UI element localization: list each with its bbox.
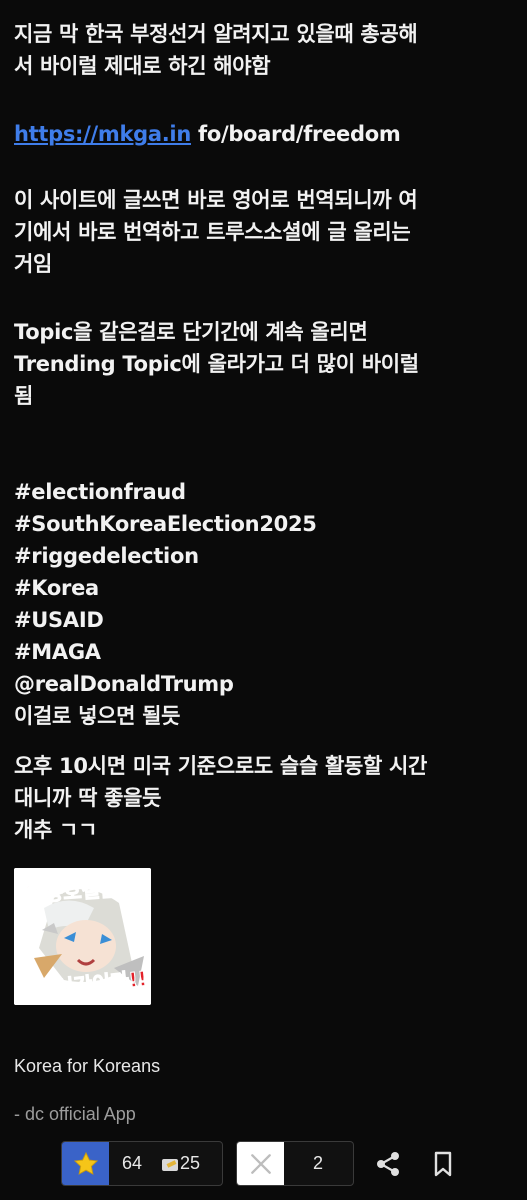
- mention: @realDonaldTrump: [14, 672, 234, 696]
- post-link[interactable]: https://mkga.in: [14, 122, 191, 146]
- post-paragraph-1: 지금 막 한국 부정선거 알려지고 있을때 총공해 서 바이럴 제대로 하긴 해…: [14, 18, 418, 82]
- star-icon: [73, 1151, 98, 1175]
- hashtag: #USAID: [14, 608, 104, 632]
- text-line: 지금 막 한국 부정선거 알려지고 있을때 총공해: [14, 22, 418, 46]
- nonrecommend-count: 2: [313, 1153, 324, 1173]
- text-line: 이걸로 넣으면 될듯: [14, 704, 181, 728]
- post-paragraph-4: Topic을 같은걸로 단기간에 계속 올리면 Trending Topic에 …: [14, 316, 419, 412]
- recommend-button[interactable]: [62, 1142, 109, 1185]
- app-label: - dc official App: [14, 1104, 136, 1124]
- text-line: 됨: [14, 384, 34, 408]
- share-button[interactable]: [373, 1150, 403, 1178]
- signature: Korea for Koreans: [14, 1056, 161, 1076]
- post-action-bar: 64 25 2: [0, 1141, 527, 1186]
- text-line: 오후 10시면 미국 기준으로도 슬슬 활동할 시간: [14, 754, 428, 778]
- post-paragraph-3: 이 사이트에 글쓰면 바로 영어로 번역되니까 여 기에서 바로 번역하고 트루…: [14, 184, 418, 280]
- text-line: Topic을 같은걸로 단기간에 계속 올리면: [14, 320, 368, 344]
- x-icon: [250, 1153, 271, 1174]
- text-line: 이 사이트에 글쓰면 바로 영어로 번역되니까 여: [14, 188, 418, 212]
- hashtag: #Korea: [14, 576, 99, 600]
- text-line: 개추 ㄱㄱ: [14, 818, 98, 842]
- post-paragraph-6: 오후 10시면 미국 기준으로도 슬슬 활동할 시간 대니까 딱 좋을듯 개추 …: [14, 750, 427, 846]
- post-link-line: https://mkga.in fo/board/freedom: [14, 118, 401, 150]
- hashtag: #riggedelection: [14, 544, 199, 568]
- text-line: Trending Topic에 올라가고 더 많이 바이럴: [14, 352, 419, 376]
- hashtag: #MAGA: [14, 640, 101, 664]
- text-line: 거임: [14, 252, 53, 276]
- fix-recommend-icon: [162, 1159, 178, 1171]
- recommend-count: 64: [122, 1153, 143, 1173]
- recommend-box: 64 25: [61, 1141, 223, 1186]
- share-icon: [377, 1152, 399, 1176]
- sticker-illustration: 영웅호걸들의 시간이다!!: [14, 868, 151, 1005]
- text-line: 서 바이럴 제대로 하긴 해야함: [14, 54, 271, 78]
- post-link-rest: fo/board/freedom: [190, 122, 401, 146]
- dccon-sticker-image: 영웅호걸들의 시간이다!!: [14, 868, 151, 1005]
- hashtag: #electionfraud: [14, 480, 186, 504]
- bookmark-icon: [434, 1151, 452, 1177]
- bookmark-button[interactable]: [429, 1150, 457, 1178]
- text-line: 대니까 딱 좋을듯: [14, 786, 162, 810]
- nonrecommend-box: 2: [236, 1141, 354, 1186]
- text-line: 기에서 바로 번역하고 트루스소셜에 글 올리는: [14, 220, 411, 244]
- hashtag-list: #electionfraud #SouthKoreaElection2025 #…: [14, 476, 317, 732]
- hashtag: #SouthKoreaElection2025: [14, 512, 317, 536]
- fix-recommend-count: 25: [180, 1153, 201, 1173]
- nonrecommend-button[interactable]: [237, 1142, 284, 1185]
